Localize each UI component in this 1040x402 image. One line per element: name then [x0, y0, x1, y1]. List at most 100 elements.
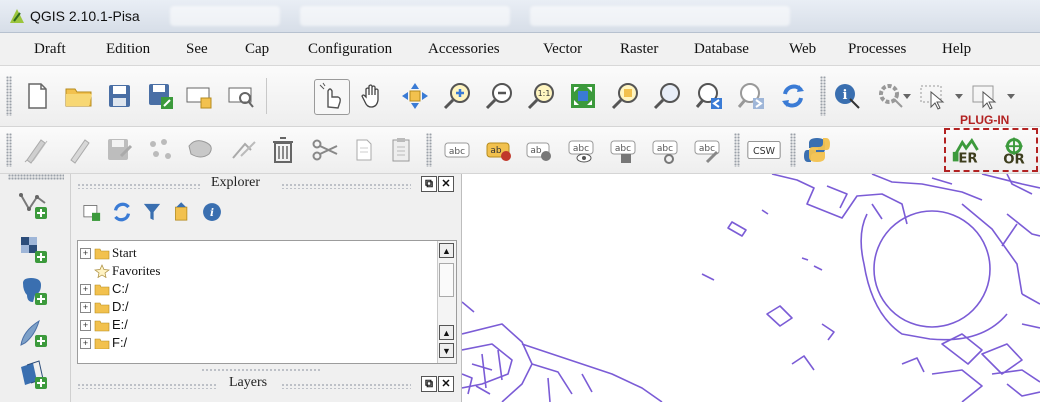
tree-scrollbar[interactable]: ▲ ▲ ▼ — [437, 241, 456, 363]
add-selected-layers-icon[interactable] — [77, 198, 107, 226]
save-icon[interactable] — [102, 79, 136, 113]
current-edits-icon[interactable] — [62, 133, 96, 167]
splitter-handle[interactable] — [201, 368, 321, 372]
float-panel-button[interactable]: ⧉ — [421, 376, 437, 392]
expand-icon[interactable]: + — [80, 248, 91, 259]
identify-features-icon[interactable]: i — [830, 79, 864, 113]
copy-features-icon[interactable] — [346, 133, 380, 167]
explorer-tree[interactable]: + Start Favorites + C:/ + D:/ + E:/ + F:… — [77, 240, 457, 364]
change-label-icon[interactable]: abc — [690, 133, 724, 167]
new-project-icon[interactable] — [20, 79, 54, 113]
tree-item[interactable]: Favorites — [78, 263, 428, 281]
zoom-out-icon[interactable] — [482, 79, 516, 113]
chevron-down-icon[interactable] — [900, 79, 914, 113]
scroll-up-button[interactable]: ▲ — [439, 325, 454, 340]
menu-raster[interactable]: Raster — [620, 41, 658, 58]
toolbar-grip[interactable] — [820, 76, 826, 116]
rotate-label-icon[interactable]: abc — [648, 133, 682, 167]
expand-icon[interactable]: + — [80, 284, 91, 295]
label-visibility-icon[interactable]: abc — [564, 133, 598, 167]
open-folder-icon[interactable] — [62, 79, 96, 113]
paste-features-icon[interactable] — [384, 133, 418, 167]
menu-configuration[interactable]: Configuration — [308, 41, 392, 58]
refresh-icon[interactable] — [107, 198, 137, 226]
filter-icon[interactable] — [137, 198, 167, 226]
save-as-icon[interactable] — [143, 79, 177, 113]
layer-labeling-icon[interactable]: abc — [440, 133, 474, 167]
tree-item[interactable]: + F:/ — [78, 335, 428, 349]
menu-processes[interactable]: Processes — [848, 41, 906, 58]
toolbar-grip[interactable] — [8, 174, 64, 180]
add-vector-layer-icon[interactable] — [16, 188, 50, 222]
collapse-all-icon[interactable] — [167, 198, 197, 226]
toolbar-grip[interactable] — [734, 133, 740, 167]
composer-manager-icon[interactable] — [224, 79, 258, 113]
expand-icon[interactable]: + — [80, 338, 91, 349]
zoom-in-icon[interactable] — [440, 79, 474, 113]
touch-zoom-pan-icon[interactable] — [314, 79, 350, 115]
toolbar-grip[interactable] — [426, 133, 432, 167]
move-feature-icon[interactable] — [226, 133, 260, 167]
close-panel-button[interactable]: ✕ — [438, 376, 454, 392]
menu-see[interactable]: See — [186, 41, 208, 58]
pan-map-icon[interactable] — [356, 79, 390, 113]
zoom-to-selection-icon[interactable] — [608, 79, 642, 113]
tree-item[interactable]: + E:/ — [78, 317, 428, 335]
svg-text:abc: abc — [699, 144, 715, 154]
toggle-editing-icon[interactable] — [20, 133, 54, 167]
add-point-feature-icon[interactable] — [143, 133, 177, 167]
menu-vector[interactable]: Vector — [543, 41, 582, 58]
add-raster-layer-icon[interactable] — [16, 232, 50, 266]
menu-draft[interactable]: Draft — [34, 41, 66, 58]
csw-client-icon[interactable]: CSW — [744, 133, 784, 167]
chevron-down-icon[interactable] — [952, 79, 966, 113]
tree-item[interactable]: + D:/ — [78, 299, 428, 317]
float-panel-button[interactable]: ⧉ — [421, 176, 437, 192]
menu-cap[interactable]: Cap — [245, 41, 269, 58]
cut-features-icon[interactable] — [308, 133, 342, 167]
zoom-actual-size-icon[interactable]: 1:1 — [524, 79, 558, 113]
pan-to-selection-icon[interactable] — [398, 79, 432, 113]
deselect-features-icon[interactable] — [968, 79, 1002, 113]
tree-item-label: E:/ — [112, 317, 128, 332]
properties-info-icon[interactable]: i — [197, 198, 227, 226]
menu-accessories[interactable]: Accessories — [428, 41, 500, 58]
expand-icon[interactable]: + — [80, 302, 91, 313]
python-console-icon[interactable] — [800, 133, 834, 167]
new-print-composer-icon[interactable] — [182, 79, 216, 113]
add-postgis-layer-icon[interactable] — [16, 274, 50, 308]
close-panel-button[interactable]: ✕ — [438, 176, 454, 192]
zoom-next-icon[interactable] — [734, 79, 768, 113]
scroll-up-button[interactable]: ▲ — [439, 243, 454, 258]
menu-database[interactable]: Database — [694, 41, 749, 58]
tree-item[interactable]: + Start — [78, 245, 428, 263]
move-label-icon[interactable]: abc — [606, 133, 640, 167]
tree-item[interactable]: + C:/ — [78, 281, 428, 299]
select-features-icon[interactable] — [916, 79, 950, 113]
delete-selected-icon[interactable] — [266, 133, 300, 167]
scroll-down-button[interactable]: ▼ — [439, 343, 454, 358]
expand-icon[interactable]: + — [80, 320, 91, 331]
save-layer-edits-icon[interactable] — [102, 133, 136, 167]
refresh-icon[interactable] — [776, 79, 810, 113]
toolbar-grip[interactable] — [6, 133, 12, 167]
zoom-to-layer-icon[interactable] — [650, 79, 684, 113]
add-wms-layer-icon[interactable] — [16, 358, 50, 392]
map-canvas[interactable] — [462, 174, 1040, 402]
label-pin-icon[interactable]: ab — [482, 133, 516, 167]
menu-edition[interactable]: Edition — [106, 41, 150, 58]
qgis-logo-icon — [10, 9, 24, 23]
menu-help[interactable]: Help — [942, 41, 971, 58]
menu-web[interactable]: Web — [789, 41, 816, 58]
add-polygon-feature-icon[interactable] — [184, 133, 218, 167]
label-show-hide-icon[interactable]: ab — [522, 133, 556, 167]
add-spatialite-layer-icon[interactable] — [16, 316, 50, 350]
toolbar-grip[interactable] — [790, 133, 796, 167]
chevron-down-icon[interactable] — [1004, 79, 1018, 113]
scroll-thumb[interactable] — [439, 263, 454, 297]
toolbar-grip[interactable] — [6, 76, 12, 116]
tree-item-label: C:/ — [112, 281, 129, 296]
zoom-last-icon[interactable] — [692, 79, 726, 113]
svg-text:1:1: 1:1 — [538, 89, 551, 98]
zoom-full-icon[interactable] — [566, 79, 600, 113]
